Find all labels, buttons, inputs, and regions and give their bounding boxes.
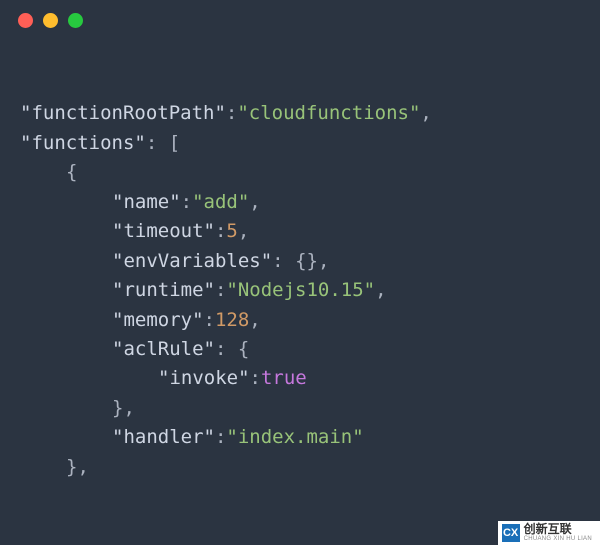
val-runtime: "Nodejs10.15" <box>226 279 375 301</box>
key-handler: "handler" <box>112 426 215 448</box>
val-memory: 128 <box>215 309 249 331</box>
key-functionRootPath: "functionRootPath" <box>20 102 226 124</box>
minimize-icon[interactable] <box>43 13 58 28</box>
watermark-logo: CX <box>502 524 520 542</box>
val-invoke: true <box>261 367 307 389</box>
key-invoke: "invoke" <box>158 367 250 389</box>
watermark: CX 创新互联 CHUANG XIN HU LIAN <box>498 521 600 545</box>
val-name: "add" <box>192 191 249 213</box>
key-memory: "memory" <box>112 309 204 331</box>
close-icon[interactable] <box>18 13 33 28</box>
key-timeout: "timeout" <box>112 220 215 242</box>
val-envVariables: {} <box>295 250 318 272</box>
key-name: "name" <box>112 191 181 213</box>
key-aclRule: "aclRule" <box>112 338 215 360</box>
zoom-icon[interactable] <box>68 13 83 28</box>
key-runtime: "runtime" <box>112 279 215 301</box>
window-titlebar <box>0 0 600 40</box>
key-envVariables: "envVariables" <box>112 250 272 272</box>
val-functionRootPath: "cloudfunctions" <box>237 102 420 124</box>
key-functions: "functions" <box>20 132 146 154</box>
val-handler: "index.main" <box>226 426 363 448</box>
code-block: "functionRootPath":"cloudfunctions", "fu… <box>0 40 600 482</box>
watermark-text: 创新互联 CHUANG XIN HU LIAN <box>524 523 592 543</box>
val-timeout: 5 <box>226 220 237 242</box>
